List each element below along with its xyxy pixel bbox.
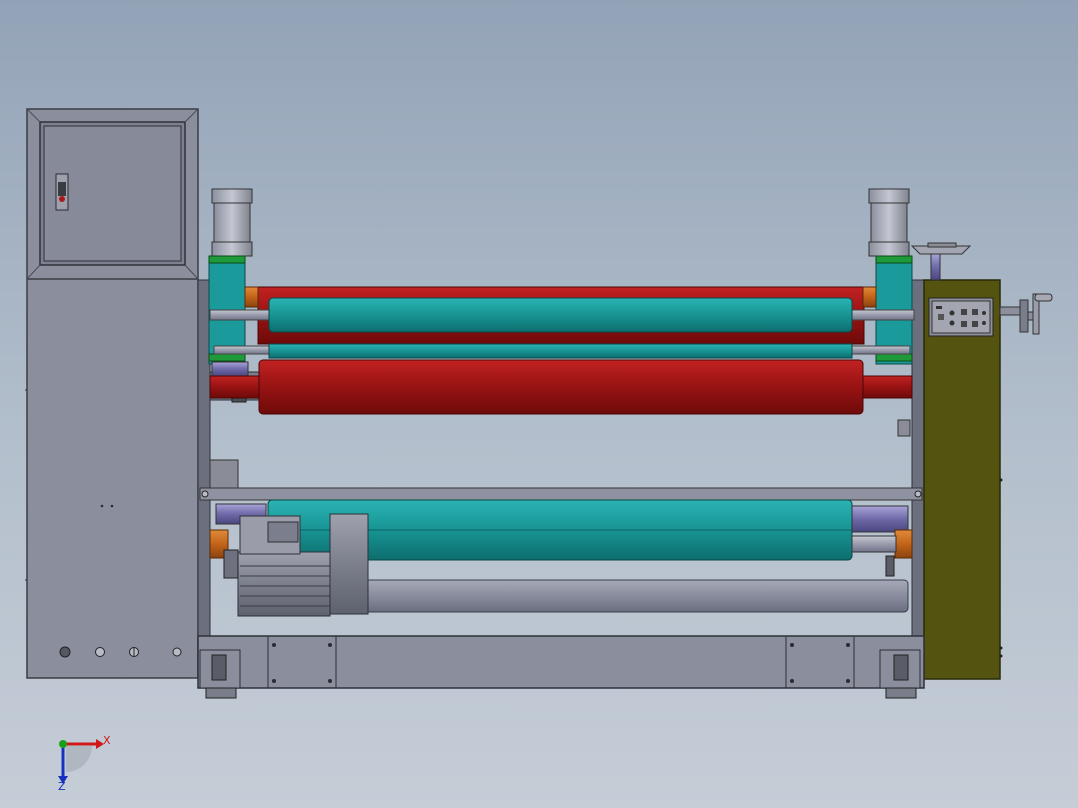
control-panel[interactable]	[928, 297, 994, 337]
base-frame	[197, 635, 925, 689]
large-red-roller	[258, 359, 864, 415]
cad-viewport[interactable]: X Z	[0, 0, 1078, 808]
drive-box	[923, 279, 1053, 680]
door-lock-icon[interactable]	[55, 173, 69, 211]
orientation-triad: X Z	[58, 734, 111, 793]
cross-beam	[199, 487, 923, 501]
middle-cyan-roller	[268, 343, 853, 359]
upper-cyan-roller	[268, 297, 853, 333]
drive-motor	[223, 513, 369, 617]
top-handwheel-icon[interactable]	[910, 242, 972, 281]
lower-grey-roller	[299, 579, 909, 613]
right-air-cylinder	[868, 188, 910, 257]
left-leveling-foot	[199, 649, 241, 699]
right-side-plate	[911, 279, 925, 637]
side-handwheel-icon[interactable]	[999, 293, 1053, 335]
machine-model: X Z	[25, 108, 1053, 793]
z-axis-label: Z	[58, 780, 66, 793]
left-air-cylinder	[211, 188, 253, 257]
electrical-cabinet	[25, 108, 199, 679]
y-axis-dot	[59, 740, 67, 748]
x-axis-label: X	[103, 734, 111, 747]
right-leveling-foot	[879, 649, 921, 699]
